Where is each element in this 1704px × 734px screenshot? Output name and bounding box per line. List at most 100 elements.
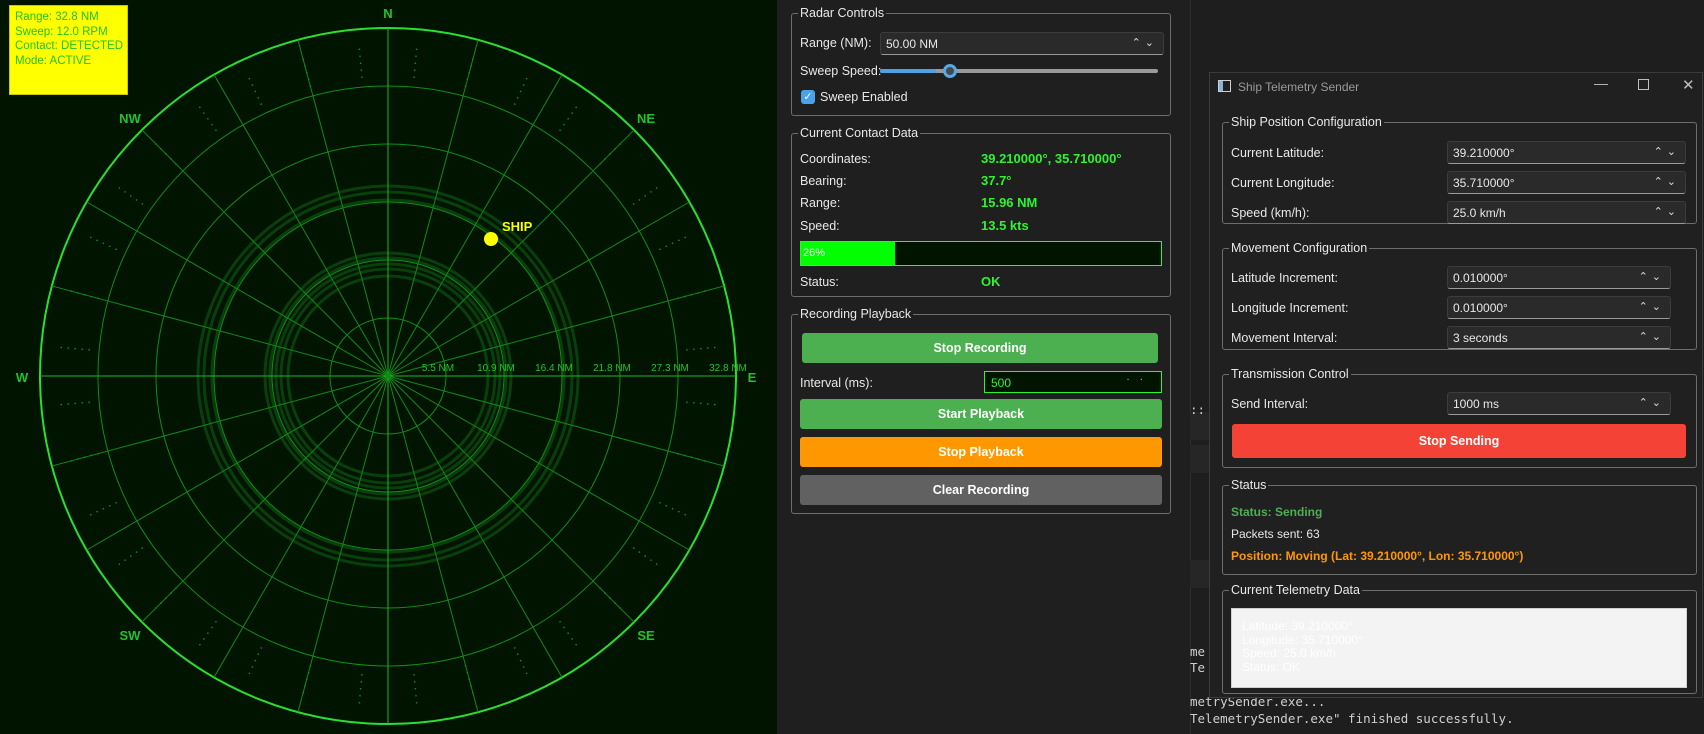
- clear-recording-button[interactable]: Clear Recording: [800, 475, 1162, 505]
- tick-mark: [88, 401, 90, 403]
- tick-mark: [175, 163, 177, 165]
- tick-mark: [359, 688, 362, 690]
- spin-arrows-icon[interactable]: ⌃⌄: [1654, 145, 1680, 158]
- tick-mark: [165, 597, 167, 599]
- interval-value: 500: [991, 376, 1012, 390]
- compass-sw-label: SW: [120, 628, 142, 643]
- send-interval-spinbox[interactable]: 1000 ms ⌃⌄: [1447, 392, 1671, 415]
- maximize-icon[interactable]: [1638, 79, 1649, 90]
- tick-mark: [706, 347, 709, 349]
- spin-arrows-icon[interactable]: ⌃⌄: [1639, 300, 1665, 313]
- slider-thumb[interactable]: [942, 64, 957, 78]
- spin-arrows-icon[interactable]: ⌃⌄: [1132, 36, 1158, 49]
- movement-config-title: Movement Configuration: [1229, 240, 1370, 256]
- sweep-speed-slider[interactable]: [880, 64, 1158, 78]
- tick-mark: [599, 587, 601, 589]
- position-status: Position: Moving (Lat: 39.210000°, Lon: …: [1231, 549, 1524, 563]
- tick-mark: [83, 456, 86, 459]
- title-bar[interactable]: Ship Telemetry Sender — ✕: [1210, 73, 1702, 101]
- tick-mark: [70, 460, 72, 462]
- tick-mark: [170, 158, 172, 160]
- current-longitude-spinbox[interactable]: 35.710000° ⌃⌄: [1447, 171, 1686, 194]
- radar-display[interactable]: NESWNENWSESW5.5 NM10.9 NM16.4 NM21.8 NM2…: [0, 0, 777, 734]
- bearing-line: [387, 375, 635, 623]
- sweep-enabled-label: Sweep Enabled: [820, 90, 908, 104]
- spin-arrows-icon[interactable]: ⌃⌄: [1654, 175, 1680, 188]
- close-icon[interactable]: ✕: [1682, 76, 1695, 94]
- bearing-line: [141, 129, 389, 377]
- tick-mark: [686, 401, 688, 403]
- stop-playback-button[interactable]: Stop Playback: [800, 437, 1162, 467]
- tick-mark: [254, 659, 257, 662]
- tick-mark: [141, 203, 144, 205]
- tick-mark: [155, 607, 157, 609]
- tick-mark: [307, 78, 310, 81]
- app-icon: [1218, 80, 1231, 92]
- bearing-value: 37.7°: [981, 173, 1012, 188]
- tick-mark: [655, 563, 658, 565]
- telemetry-line-longitude: Longitude: 35.710000°: [1242, 632, 1363, 647]
- tick-mark: [470, 685, 472, 687]
- latitude-increment-value: 0.010000°: [1453, 271, 1508, 285]
- start-playback-button[interactable]: Start Playback: [800, 399, 1162, 429]
- speed-spinbox[interactable]: 25.0 km/h ⌃⌄: [1447, 201, 1686, 224]
- tick-mark: [215, 620, 217, 623]
- radar-sweep-readout: Sweep: 12.0 RPM: [15, 25, 108, 38]
- sweep-enabled-checkbox[interactable]: ✓: [801, 90, 815, 104]
- tick-mark: [466, 78, 469, 81]
- minimize-icon[interactable]: —: [1594, 75, 1608, 91]
- tick-mark: [632, 547, 635, 549]
- tick-mark: [359, 55, 361, 58]
- transmission-control-group: Transmission Control Send Interval: 1000…: [1222, 366, 1697, 468]
- spin-arrows-icon[interactable]: ··: [1126, 374, 1153, 385]
- tick-mark: [257, 96, 260, 99]
- tick-mark: [360, 69, 363, 71]
- compass-e-label: E: [748, 370, 757, 385]
- longitude-increment-spinbox[interactable]: 0.010000° ⌃⌄: [1447, 296, 1671, 319]
- tick-mark: [254, 90, 257, 93]
- terminal-line: me: [1190, 644, 1206, 659]
- tick-mark: [415, 48, 418, 51]
- current-latitude-spinbox[interactable]: 39.210000° ⌃⌄: [1447, 141, 1686, 164]
- tick-mark: [81, 348, 83, 351]
- tick-mark: [472, 692, 474, 694]
- tick-mark: [97, 452, 100, 455]
- latitude-increment-spinbox[interactable]: 0.010000° ⌃⌄: [1447, 266, 1671, 289]
- tick-mark: [67, 403, 70, 405]
- spin-arrows-icon[interactable]: ⌃⌄: [1654, 205, 1680, 218]
- tick-mark: [563, 123, 565, 126]
- tick-mark: [619, 143, 621, 145]
- range-spinbox[interactable]: 50.00 NM ⌃⌄: [880, 32, 1164, 55]
- movement-config-group: Movement Configuration Latitude Incremen…: [1222, 240, 1697, 350]
- spin-arrows-icon[interactable]: ⌃⌄: [1639, 330, 1665, 343]
- tick-mark: [414, 62, 417, 64]
- tick-mark: [360, 681, 363, 683]
- interval-input[interactable]: 500 ··: [984, 371, 1162, 393]
- coordinates-value: 39.210000°, 35.710000°: [981, 151, 1122, 166]
- spin-arrows-icon[interactable]: ⌃⌄: [1639, 270, 1665, 283]
- tick-mark: [302, 692, 304, 694]
- current-longitude-label: Current Longitude:: [1231, 176, 1335, 190]
- tick-mark: [464, 664, 467, 667]
- stop-recording-button[interactable]: Stop Recording: [802, 333, 1158, 363]
- spin-arrows-icon[interactable]: ⌃⌄: [1639, 396, 1665, 409]
- tick-mark: [108, 504, 111, 507]
- movement-interval-select[interactable]: 3 seconds ⌃⌄: [1447, 326, 1671, 349]
- ship-position-title: Ship Position Configuration: [1229, 114, 1384, 130]
- stop-sending-button[interactable]: Stop Sending: [1232, 424, 1686, 458]
- tick-mark: [309, 664, 312, 667]
- tick-mark: [619, 607, 621, 609]
- tick-mark: [115, 248, 117, 251]
- tick-mark: [307, 671, 310, 674]
- tick-mark: [257, 653, 260, 656]
- status-value: OK: [981, 274, 1001, 289]
- radar-contact-readout: Contact: DETECTED: [15, 40, 123, 52]
- sending-status: Status: Sending: [1231, 505, 1323, 519]
- tick-mark: [108, 245, 111, 248]
- terminal-line: TelemetrySender.exe" finished successful…: [1190, 711, 1514, 726]
- tick-mark: [468, 678, 471, 681]
- telemetry-text-box[interactable]: Latitude: 39.210000° Longitude: 35.71000…: [1231, 608, 1687, 688]
- tick-mark: [690, 293, 693, 296]
- tick-mark: [90, 454, 93, 457]
- tick-mark: [468, 71, 471, 74]
